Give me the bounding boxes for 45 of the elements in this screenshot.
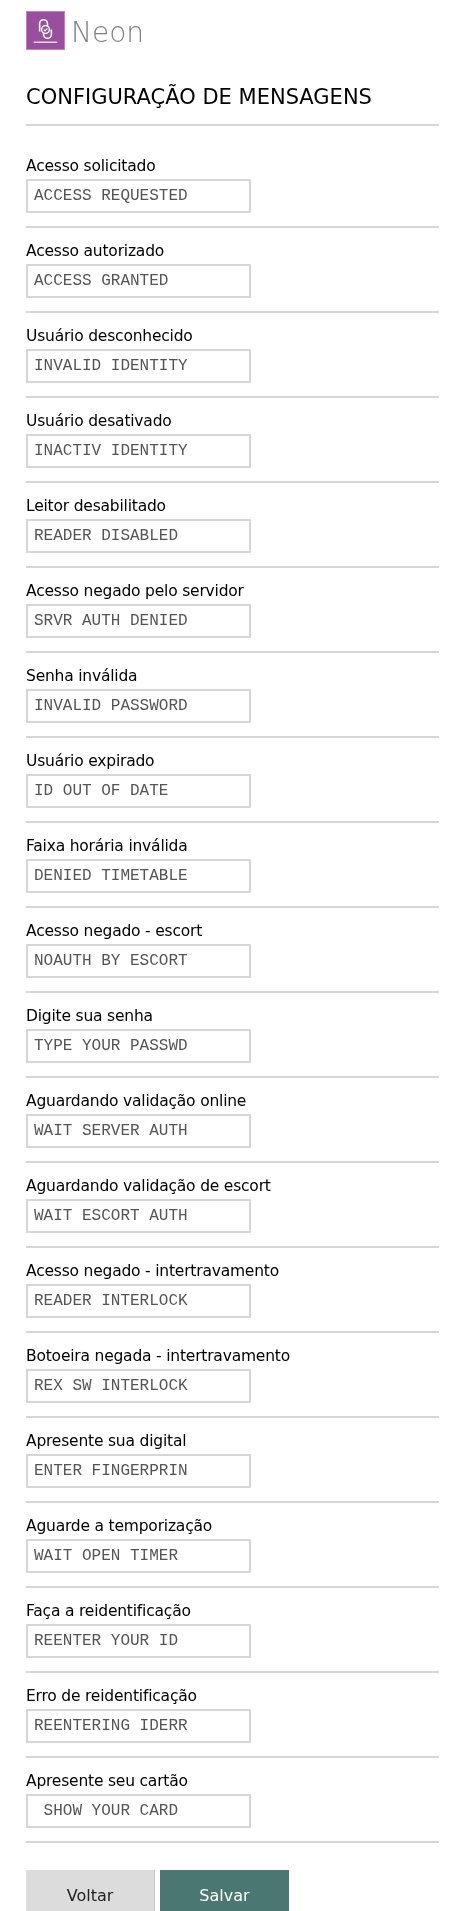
field-label: Aguarde a temporização — [26, 1516, 214, 1537]
message-field[interactable]: SHOW YOUR CARD — [26, 1794, 251, 1828]
message-field[interactable]: READER INTERLOCK — [26, 1284, 251, 1318]
field-label: Aguardando validação de escort — [26, 1176, 272, 1197]
message-field[interactable]: REENTERING IDERR — [26, 1709, 251, 1743]
message-field[interactable]: TYPE YOUR PASSWD — [26, 1029, 251, 1063]
field-label: Faixa horária inválida — [26, 836, 189, 857]
field-label: Senha inválida — [26, 666, 139, 687]
field-label: Leitor desabilitado — [26, 496, 167, 517]
field-label: Acesso autorizado — [26, 241, 166, 262]
message-field[interactable]: WAIT SERVER AUTH — [26, 1114, 251, 1148]
field-label: Apresente seu cartão — [26, 1771, 189, 1792]
message-field[interactable]: ID OUT OF DATE — [26, 774, 251, 808]
field-label: Apresente sua digital — [26, 1431, 188, 1452]
message-field[interactable]: SRVR AUTH DENIED — [26, 604, 251, 638]
message-field[interactable]: ENTER FINGERPRIN — [26, 1454, 251, 1488]
logo-icon — [26, 10, 65, 50]
message-field[interactable]: READER DISABLED — [26, 519, 251, 553]
back-button[interactable]: Voltar — [26, 1870, 155, 1911]
field-label: Acesso negado - intertravamento — [26, 1261, 280, 1282]
message-field[interactable]: REX SW INTERLOCK — [26, 1369, 251, 1403]
field-label: Aguardando validação online — [26, 1091, 248, 1112]
message-field[interactable]: ACCESS GRANTED — [26, 264, 251, 298]
message-field[interactable]: ACCESS REQUESTED — [26, 179, 251, 213]
field-label: Acesso negado pelo servidor — [26, 581, 245, 602]
field-label: Erro de reidentificação — [26, 1686, 198, 1707]
field-label: Acesso negado - escort — [26, 921, 204, 942]
message-field[interactable]: INACTIV IDENTITY — [26, 434, 251, 468]
message-field[interactable]: DENIED TIMETABLE — [26, 859, 251, 893]
page-title: CONFIGURAÇÃO DE MENSAGENS — [26, 84, 439, 126]
message-field[interactable]: INVALID PASSWORD — [26, 689, 251, 723]
save-button[interactable]: Salvar — [160, 1870, 289, 1911]
field-label: Usuário expirado — [26, 751, 156, 772]
message-field[interactable]: NOAUTH BY ESCORT — [26, 944, 251, 978]
field-label: Acesso solicitado — [26, 156, 157, 177]
message-field[interactable]: WAIT OPEN TIMER — [26, 1539, 251, 1573]
message-field[interactable]: INVALID IDENTITY — [26, 349, 251, 383]
logo-text: Neon — [71, 19, 145, 47]
field-label: Botoeira negada - intertravamento — [26, 1346, 291, 1367]
field-label: Usuário desconhecido — [26, 326, 194, 347]
field-label: Digite sua senha — [26, 1006, 154, 1027]
message-field[interactable]: REENTER YOUR ID — [26, 1624, 251, 1658]
message-field[interactable]: WAIT ESCORT AUTH — [26, 1199, 251, 1233]
field-label: Usuário desativado — [26, 411, 173, 432]
field-label: Faça a reidentificação — [26, 1601, 192, 1622]
